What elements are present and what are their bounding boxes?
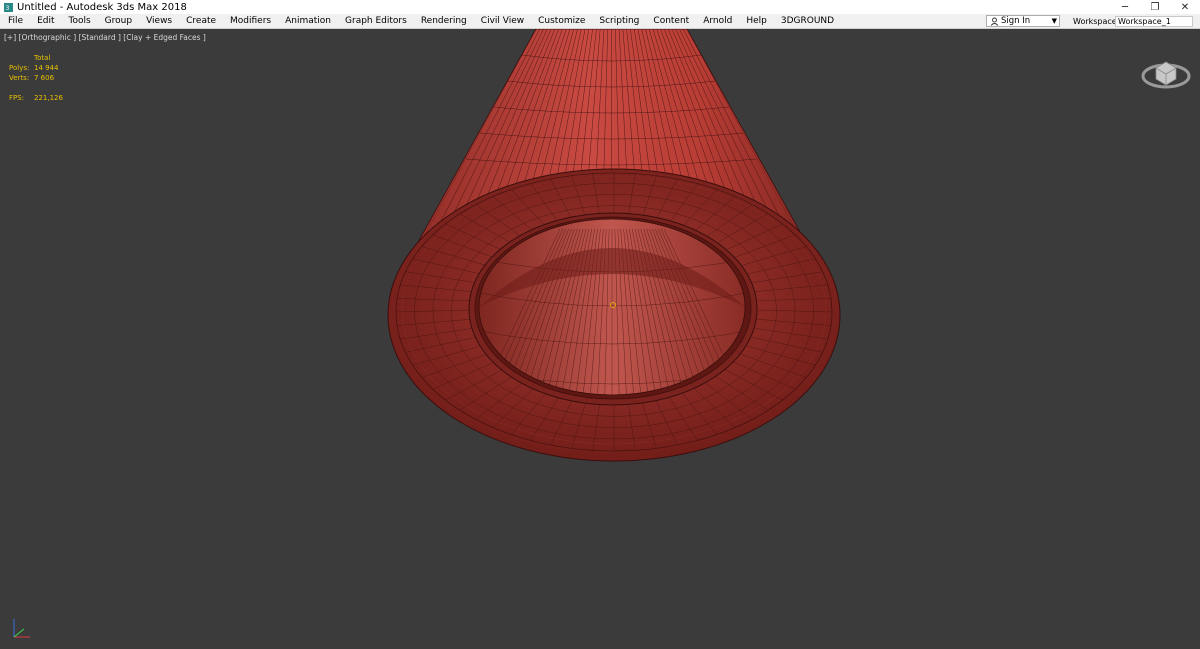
viewport-label[interactable]: [+] [Orthographic ] [Standard ] [Clay + … — [4, 33, 206, 42]
menu-help[interactable]: Help — [738, 14, 773, 29]
menu-tools[interactable]: Tools — [61, 14, 97, 29]
fps-value: 221,126 — [34, 94, 63, 102]
polys-label: Polys: — [9, 64, 30, 72]
sign-in-label: Sign In — [1001, 16, 1031, 26]
window-title: Untitled - Autodesk 3ds Max 2018 — [17, 1, 187, 13]
polys-value: 14 944 — [34, 64, 59, 72]
minimize-button[interactable]: ─ — [1110, 0, 1140, 14]
menu-views[interactable]: Views — [138, 14, 178, 29]
sign-in-dropdown[interactable]: Sign In ▼ — [986, 15, 1060, 27]
axis-tripod-icon — [13, 619, 30, 638]
menu-animation[interactable]: Animation — [277, 14, 337, 29]
workspace-select[interactable]: Workspace_1 — [1115, 16, 1193, 27]
menu-civil-view[interactable]: Civil View — [473, 14, 530, 29]
viewport[interactable]: [+] [Orthographic ] [Standard ] [Clay + … — [0, 29, 1200, 649]
menu-content[interactable]: Content — [645, 14, 695, 29]
fps-label: FPS: — [9, 94, 25, 102]
user-icon — [989, 16, 999, 26]
menu-bar: File Edit Tools Group Views Create Modif… — [0, 14, 1200, 29]
menu-create[interactable]: Create — [178, 14, 222, 29]
stats-panel: Total Polys: 14 944 Verts: 7 606 FPS: 221,1… — [9, 53, 63, 103]
verts-value: 7 606 — [34, 74, 55, 82]
menu-3dground[interactable]: 3DGROUND — [773, 14, 840, 29]
menu-scripting[interactable]: Scripting — [591, 14, 645, 29]
menu-edit[interactable]: Edit — [29, 14, 60, 29]
close-button[interactable]: ✕ — [1170, 0, 1200, 14]
stats-total-header: Total — [34, 54, 51, 62]
3ds-max-icon: 3 — [3, 2, 13, 12]
verts-label: Verts: — [9, 74, 30, 82]
title-bar: 3 Untitled - Autodesk 3ds Max 2018 ─ ❐ ✕ — [0, 0, 1200, 14]
restore-button[interactable]: ❐ — [1140, 0, 1170, 14]
menu-arnold[interactable]: Arnold — [695, 14, 738, 29]
menu-customize[interactable]: Customize — [530, 14, 591, 29]
chevron-down-icon: ▼ — [1051, 17, 1057, 25]
menu-group[interactable]: Group — [97, 14, 138, 29]
svg-text:3: 3 — [5, 5, 9, 12]
menu-graph-editors[interactable]: Graph Editors — [337, 14, 413, 29]
menu-rendering[interactable]: Rendering — [413, 14, 473, 29]
menu-modifiers[interactable]: Modifiers — [222, 14, 277, 29]
menu-file[interactable]: File — [0, 14, 29, 29]
viewcube-icon[interactable] — [1140, 51, 1192, 91]
tube-mesh[interactable] — [0, 29, 1200, 649]
